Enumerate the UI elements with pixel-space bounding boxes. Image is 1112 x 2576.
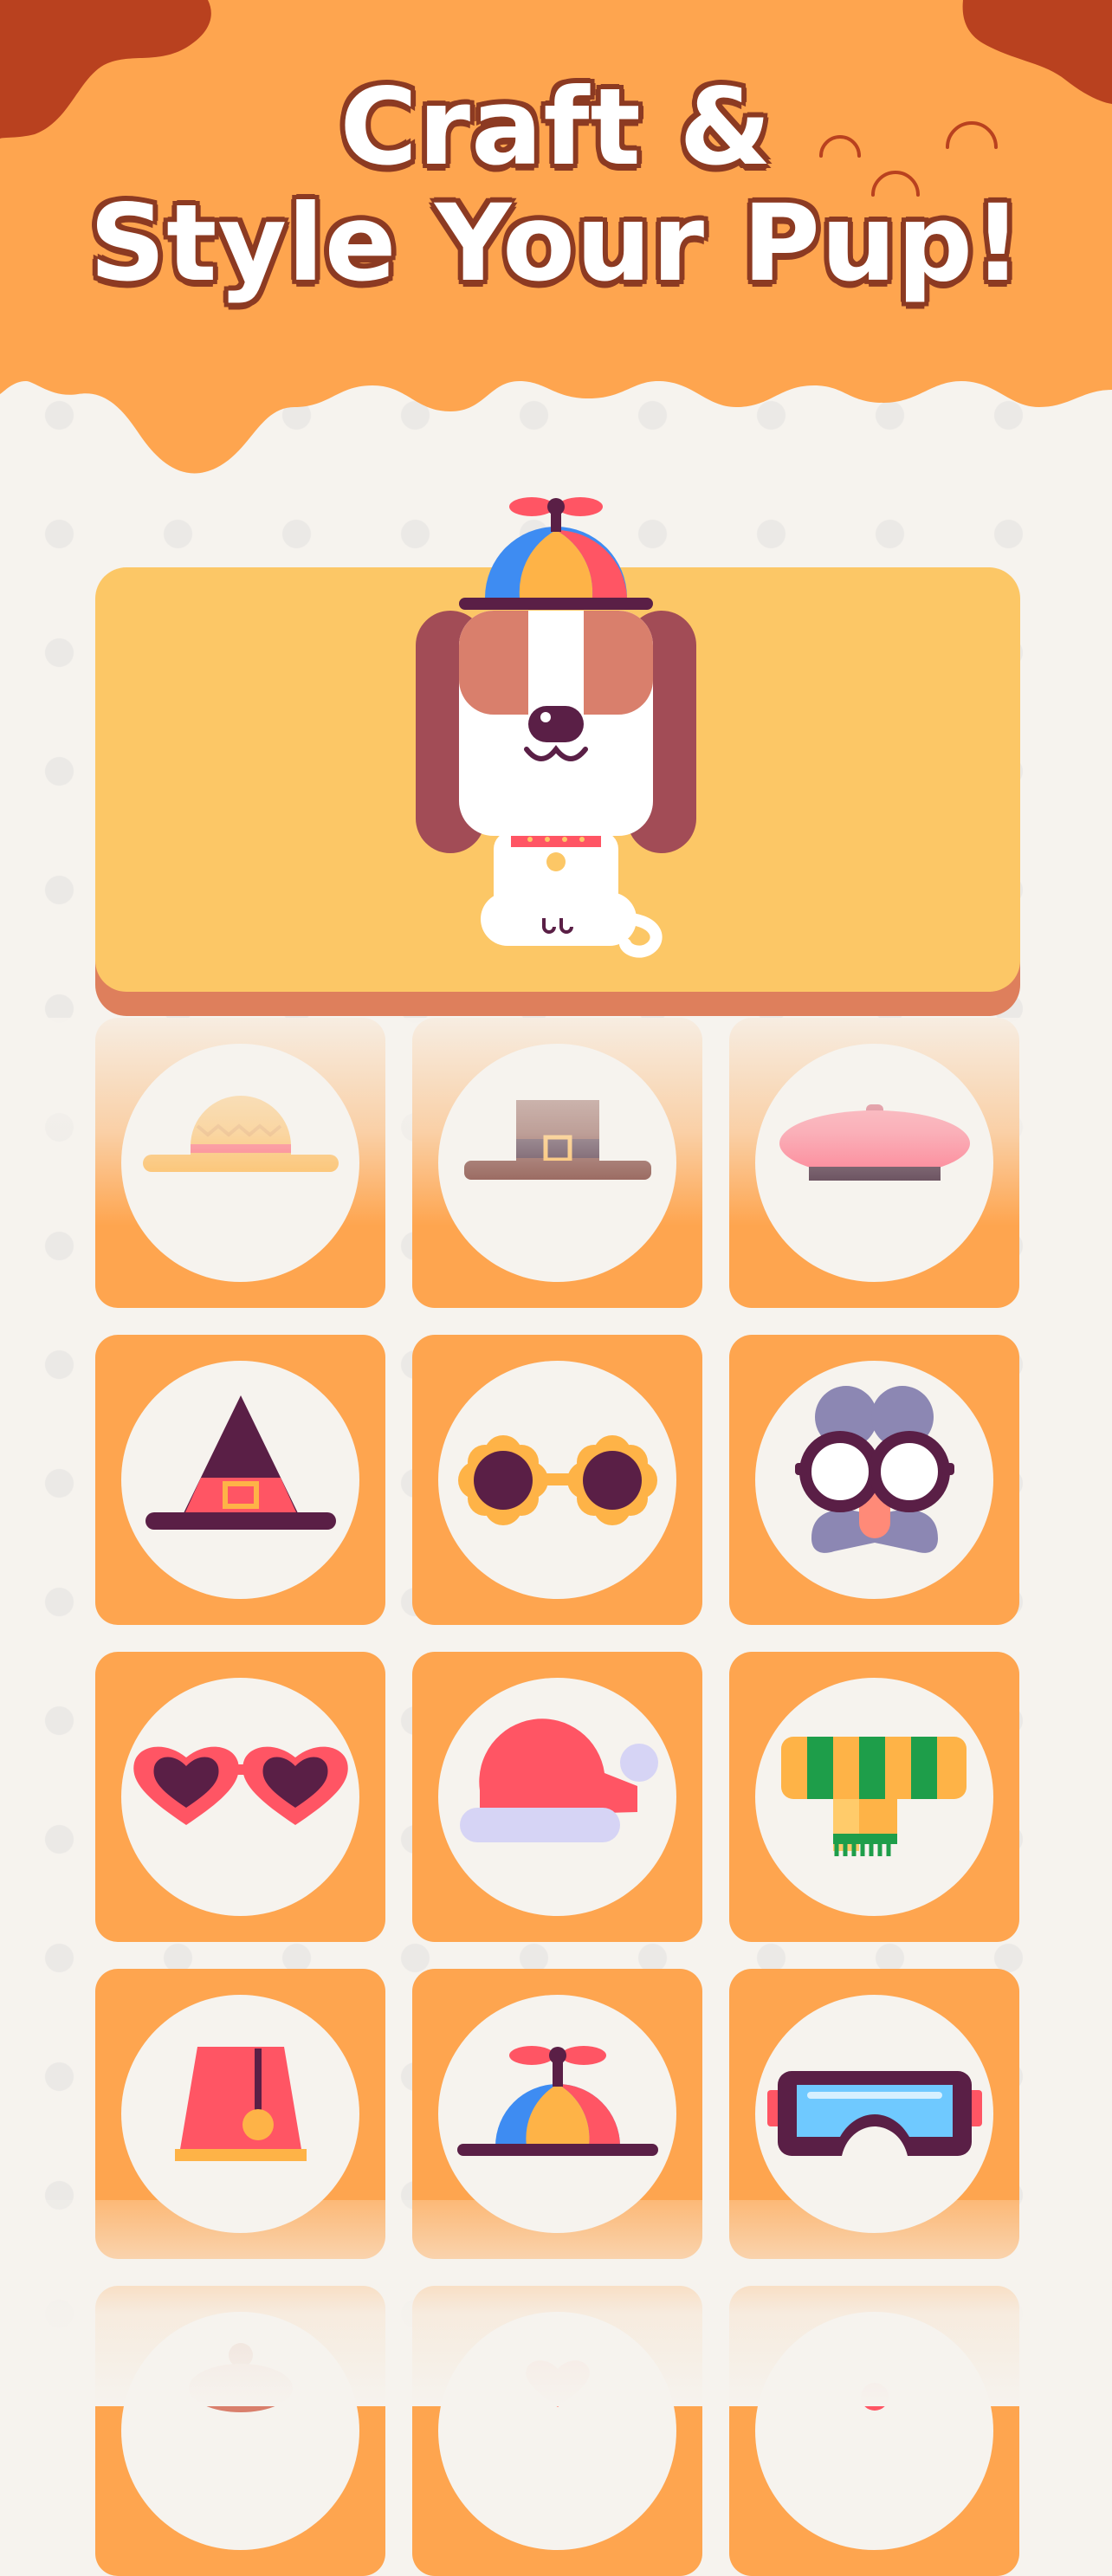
accessory-tile-disguise-glasses[interactable]	[729, 1335, 1019, 1625]
puppy-character	[416, 497, 696, 958]
accessory-tile-santa-hat[interactable]	[412, 1652, 702, 1942]
scroll-fade-bottom	[0, 2200, 1112, 2406]
santa-hat-icon	[460, 1718, 658, 1842]
accessory-tile-witch-hat[interactable]	[95, 1335, 385, 1625]
pup-preview	[398, 485, 714, 970]
header-banner: Craft & Style Your Pup!	[0, 0, 1112, 485]
striped-scarf-icon	[781, 1737, 967, 1856]
accessory-tile-striped-scarf[interactable]	[729, 1652, 1019, 1942]
heart-sunglasses-icon	[133, 1746, 348, 1825]
title-line-2: Style Your Pup!	[89, 182, 1023, 305]
witch-hat-icon	[145, 1395, 336, 1530]
title-line-1: Craft &	[339, 66, 773, 189]
page-title: Craft & Style Your Pup!	[0, 69, 1112, 301]
accessory-tile-flower-sunglasses[interactable]	[412, 1335, 702, 1625]
disguise-glasses-icon	[795, 1386, 954, 1553]
accessory-tile-heart-sunglasses[interactable]	[95, 1652, 385, 1942]
flower-sunglasses-icon	[458, 1435, 657, 1525]
scroll-fade-top	[0, 1018, 1112, 1226]
